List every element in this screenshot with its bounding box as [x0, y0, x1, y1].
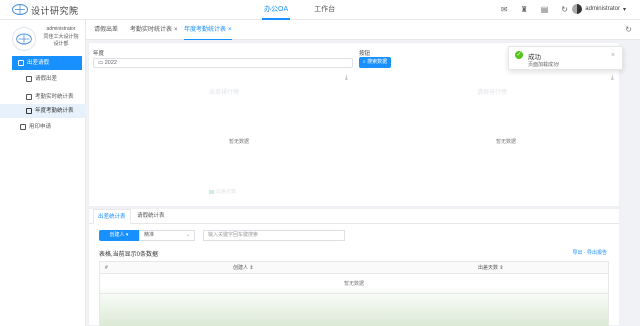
- toolbar-icons: ✉ ♜ ▤ ↻: [501, 5, 568, 14]
- org-logo-icon: [12, 27, 36, 51]
- toast-message: 页面加载成功!: [528, 62, 560, 68]
- sidebar-item-seal[interactable]: 用印申请: [0, 120, 86, 134]
- search-data-label: 搜索数据: [367, 59, 388, 65]
- top-nav: 办公OA 工作台: [262, 0, 337, 20]
- top-nav-oa[interactable]: 办公OA: [262, 0, 291, 20]
- page-tabs: 请假出差 考勤实时统计表 × 年度考勤统计表 × ↻: [86, 20, 640, 40]
- chart-title-travel: 出差排行榜: [209, 90, 240, 96]
- folder-icon: [20, 123, 26, 130]
- top-nav-workbench[interactable]: 工作台: [312, 0, 337, 20]
- export-links[interactable]: 导出 · 导出报告: [573, 249, 607, 256]
- calendar-icon: ▭: [98, 60, 105, 66]
- profile-org: 同佳工大设计院: [43, 33, 79, 40]
- tab-annual-stats[interactable]: 年度考勤统计表 ×: [184, 20, 232, 40]
- download-icon[interactable]: ⤓: [345, 75, 348, 82]
- profile-dept: 设计部: [53, 41, 69, 47]
- chart-legend-travel[interactable]: 出差天数: [209, 188, 236, 195]
- document-icon: [26, 107, 32, 114]
- sidebar-item-label: 请假出差: [35, 76, 58, 82]
- sidebar-item-label: 出差请假: [27, 60, 50, 66]
- table-header: # 创建人 ⇕ 出差天数 ⇕: [100, 262, 608, 274]
- tab-leave-stats[interactable]: 请假统计表: [133, 209, 169, 224]
- brand-logo-icon: [12, 4, 28, 15]
- tab-travel-stats[interactable]: 出差统计表: [93, 209, 131, 224]
- close-icon[interactable]: ×: [611, 52, 615, 59]
- stats-panel: 出差统计表 请假统计表 创建人 ▾ 精准 ⌄ 输入关键字回车键搜索 表格,当前显…: [88, 208, 620, 326]
- year-picker[interactable]: ▭ 2022: [93, 58, 353, 68]
- user-menu[interactable]: administrator ▾: [572, 4, 626, 14]
- table-empty-row: 暂无数据: [100, 274, 608, 294]
- creator-dropdown-button[interactable]: 创建人 ▾: [99, 230, 139, 241]
- profile-name: administrator: [46, 26, 76, 32]
- document-icon: [26, 75, 32, 82]
- year-value: 2022: [104, 60, 117, 66]
- sidebar: administrator 同佳工大设计院 设计部 出差请假 请假出差 考勤实时…: [0, 20, 86, 326]
- match-mode-value: 精准: [144, 232, 155, 238]
- tab-leave[interactable]: 请假出差: [94, 20, 118, 40]
- column-travel-days[interactable]: 出差天数 ⇕: [478, 262, 504, 274]
- tab-label: 考勤实时统计表: [130, 27, 173, 33]
- chart-empty-travel: 暂无数据: [229, 139, 250, 145]
- tab-realtime-stats[interactable]: 考勤实时统计表 ×: [130, 20, 178, 40]
- table-caption: 表格,当前显示0条数据: [99, 252, 159, 258]
- sidebar-item-label: 用印申请: [29, 124, 52, 130]
- check-circle-icon: ✓: [515, 51, 523, 59]
- stats-table: # 创建人 ⇕ 出差天数 ⇕ 暂无数据: [99, 261, 609, 326]
- top-bar: 设计研究院 ≡ 办公OA 工作台 ✉ ♜ ▤ ↻ administrator ▾: [0, 0, 640, 20]
- sidebar-item-annual-stats[interactable]: 年度考勤统计表: [0, 104, 86, 118]
- tab-label: 年度考勤统计表: [184, 27, 227, 33]
- sidebar-item-realtime-stats[interactable]: 考勤实时统计表: [0, 90, 86, 104]
- refresh-icon[interactable]: ↻: [561, 5, 568, 14]
- column-index: #: [105, 265, 108, 271]
- close-icon[interactable]: ×: [174, 27, 178, 33]
- document-icon: [26, 93, 32, 100]
- column-creator[interactable]: 创建人 ⇕: [233, 262, 254, 274]
- download-icon[interactable]: ⤓: [611, 75, 614, 82]
- legend-label: 出差天数: [216, 189, 237, 195]
- action-label: 按钮: [359, 51, 371, 57]
- keyword-search-input[interactable]: 输入关键字回车键搜索: [203, 230, 345, 241]
- sidebar-item-leave[interactable]: 请假出差: [0, 72, 86, 86]
- sidebar-item-label: 年度考勤统计表: [35, 108, 74, 114]
- user-name: administrator: [585, 6, 620, 12]
- mail-icon[interactable]: ✉: [501, 5, 508, 14]
- tab-label: 请假出差: [94, 27, 119, 33]
- profile-info: administrator 同佳工大设计院 设计部: [40, 26, 82, 49]
- chevron-down-icon: ⌄: [185, 232, 190, 238]
- hamburger-menu-icon[interactable]: ≡: [71, 5, 76, 14]
- profile-card: administrator 同佳工大设计院 设计部: [0, 20, 85, 54]
- chart-title-leave: 请假排行榜: [477, 90, 508, 96]
- stats-tabs: 出差统计表 请假统计表: [89, 209, 619, 224]
- close-icon[interactable]: ×: [228, 27, 232, 33]
- sidebar-item-travel-leave[interactable]: 出差请假: [12, 56, 82, 70]
- toast-title: 成功: [528, 54, 541, 61]
- folder-icon: [18, 59, 24, 66]
- chevron-down-icon: ▾: [622, 6, 626, 13]
- year-label: 年度: [93, 51, 105, 57]
- reload-icon[interactable]: ↻: [625, 25, 632, 34]
- avatar: [572, 4, 583, 14]
- search-data-button[interactable]: ⌕ 搜索数据: [359, 57, 391, 68]
- shirt-icon[interactable]: ♜: [521, 5, 528, 14]
- success-toast: ✓ 成功 页面加载成功! ×: [508, 46, 623, 70]
- keyword-placeholder: 输入关键字回车键搜索: [208, 232, 259, 238]
- sidebar-item-label: 考勤实时统计表: [35, 94, 74, 100]
- chart-empty-leave: 暂无数据: [496, 139, 517, 145]
- trash-icon[interactable]: ▤: [541, 5, 549, 14]
- match-mode-select[interactable]: 精准 ⌄: [139, 230, 195, 241]
- legend-swatch: [209, 189, 214, 194]
